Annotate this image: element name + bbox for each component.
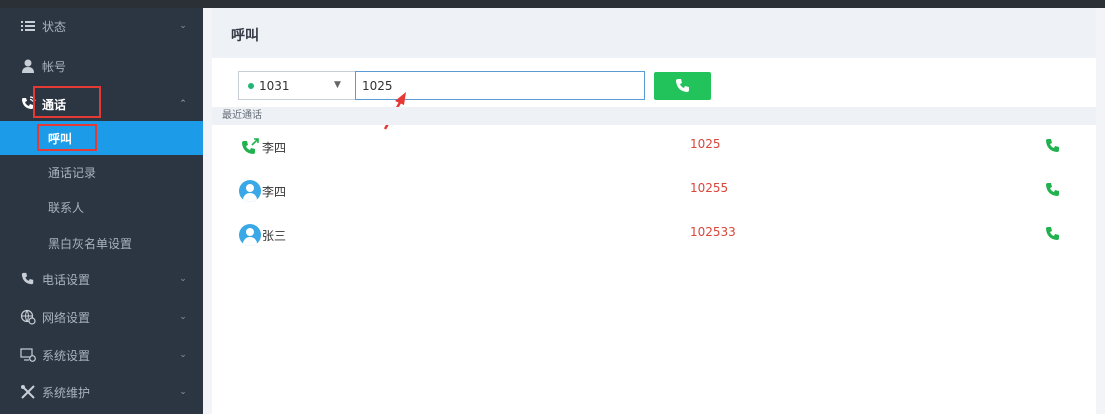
chevron-down-icon: ⌄	[179, 21, 187, 31]
title-bar: 呼叫	[212, 8, 1096, 58]
contact-name: 张三	[262, 229, 287, 243]
contact-number: 10255	[690, 181, 729, 195]
monitor-gear-icon	[20, 347, 36, 363]
sidebar-subitem-blacklist[interactable]: 黑白灰名单设置	[0, 226, 203, 260]
user-icon	[20, 58, 36, 74]
status-dot	[248, 83, 254, 89]
line-select-value: 1031	[259, 79, 290, 93]
sidebar-item-call[interactable]: 通话 ⌃	[0, 88, 203, 120]
chevron-up-icon: ⌃	[179, 99, 187, 109]
sidebar-item-label: 电话设置	[42, 272, 91, 287]
dial-phone-icon[interactable]	[1045, 182, 1061, 198]
list-icon	[20, 18, 36, 34]
sidebar-item-phone-settings[interactable]: 电话设置 ⌄	[0, 263, 203, 295]
page-title: 呼叫	[231, 28, 259, 44]
sidebar-subitem-contacts[interactable]: 联系人	[0, 190, 203, 224]
recent-call-row[interactable]: 张三 102533	[212, 213, 1096, 257]
contact-name: 李四	[262, 185, 287, 199]
avatar-icon	[239, 180, 261, 202]
chevron-down-icon: ⌄	[179, 274, 187, 284]
chevron-down-icon: ⌄	[179, 387, 187, 397]
sidebar-subitem-label: 呼叫	[48, 131, 73, 146]
sidebar-item-label: 状态	[42, 19, 67, 34]
chevron-down-icon: ⌄	[179, 312, 187, 322]
phone-icon	[20, 271, 36, 287]
dial-phone-icon[interactable]	[1045, 226, 1061, 242]
top-bar	[0, 0, 1105, 8]
recent-calls-header: 最近通话	[212, 107, 1096, 125]
sidebar-item-label: 通话	[42, 97, 67, 112]
sidebar-subitem-label: 黑白灰名单设置	[48, 236, 133, 251]
sidebar-item-label: 网络设置	[42, 310, 91, 325]
network-gear-icon	[20, 309, 36, 325]
sidebar-subitem-label: 联系人	[48, 200, 85, 215]
chevron-down-icon: ⌄	[179, 350, 187, 360]
contact-number: 1025	[690, 137, 721, 151]
call-button[interactable]	[654, 72, 711, 100]
dropdown-arrow-icon: ▼	[334, 80, 341, 90]
contact-number: 102533	[690, 225, 736, 239]
sidebar-subitem-label: 通话记录	[48, 165, 97, 180]
sidebar-item-label: 系统维护	[42, 385, 91, 400]
recent-call-row[interactable]: 李四 1025	[212, 125, 1096, 169]
sidebar-item-label: 系统设置	[42, 348, 91, 363]
main-content: 呼叫 1031 ▼ 最近通话 李四 1025 李	[203, 8, 1105, 414]
outgoing-call-icon	[239, 136, 261, 158]
sidebar: 状态 ⌄ 帐号 通话 ⌃ 呼叫 通话记录 联系人 黑白灰名单设置 电话设置 ⌄	[0, 8, 203, 414]
phone-call-icon	[20, 96, 36, 112]
sidebar-subitem-dial[interactable]: 呼叫	[0, 121, 203, 155]
contact-name: 李四	[262, 141, 287, 155]
avatar-icon	[239, 224, 261, 246]
dial-panel: 1031 ▼ 最近通话 李四 1025 李四 10255	[212, 58, 1096, 414]
sidebar-item-status[interactable]: 状态 ⌄	[0, 10, 203, 42]
dial-phone-icon[interactable]	[1045, 138, 1061, 154]
recent-call-row[interactable]: 李四 10255	[212, 169, 1096, 213]
sidebar-item-system-settings[interactable]: 系统设置 ⌄	[0, 339, 203, 371]
tools-icon	[20, 384, 36, 400]
phone-icon	[675, 79, 689, 92]
sidebar-subitem-call-log[interactable]: 通话记录	[0, 155, 203, 189]
sidebar-item-system-maintenance[interactable]: 系统维护 ⌄	[0, 376, 203, 408]
sidebar-item-label: 帐号	[42, 59, 67, 74]
sidebar-item-account[interactable]: 帐号	[0, 50, 203, 82]
line-select[interactable]: 1031 ▼	[238, 71, 356, 100]
sidebar-item-network-settings[interactable]: 网络设置 ⌄	[0, 301, 203, 333]
